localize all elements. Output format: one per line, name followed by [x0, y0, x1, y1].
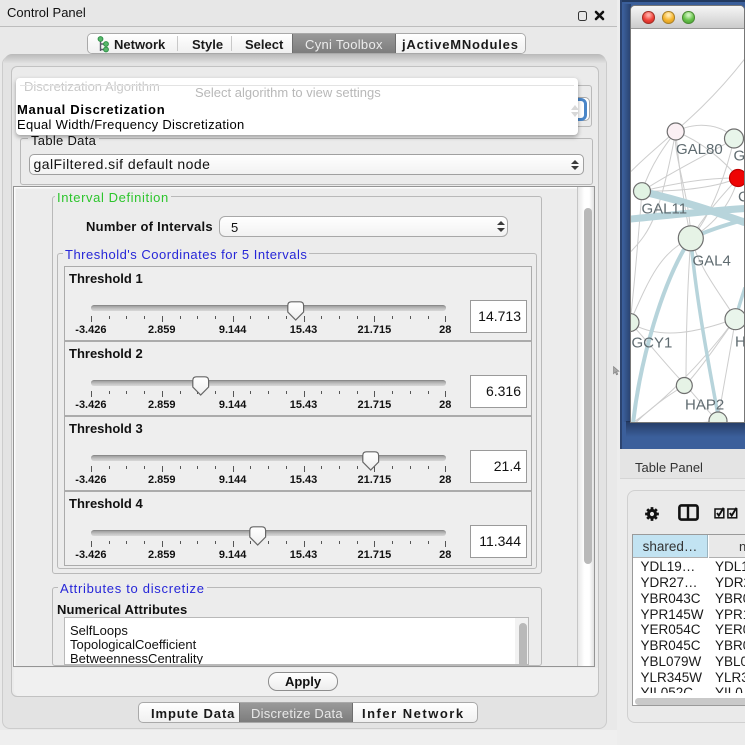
svg-text:GCY1: GCY1	[632, 335, 673, 352]
svg-text:CY: CY	[738, 189, 745, 206]
svg-text:GAL80: GAL80	[676, 141, 723, 158]
svg-text:GA: GA	[734, 148, 745, 165]
svg-text:HAP2: HAP2	[685, 397, 724, 414]
svg-text:GAL11: GAL11	[642, 201, 688, 218]
svg-text:GAL4: GAL4	[693, 253, 731, 270]
svg-text:HI: HI	[735, 334, 745, 351]
